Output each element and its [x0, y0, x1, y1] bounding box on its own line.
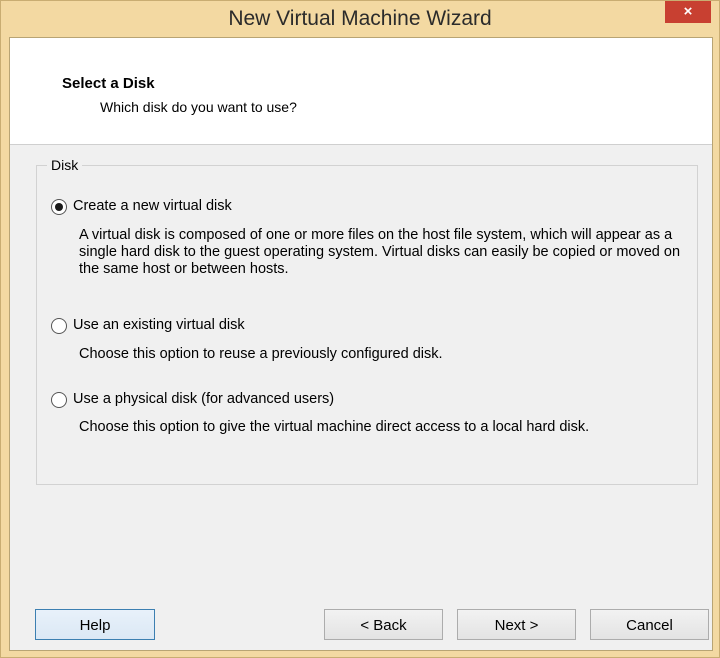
cancel-button[interactable]: Cancel — [590, 609, 709, 640]
option-physical-disk-description: Choose this option to give the virtual m… — [79, 419, 590, 435]
radio-physical-disk[interactable] — [51, 392, 67, 408]
option-existing-disk-description: Choose this option to reuse a previously… — [79, 346, 443, 362]
wizard-body: Select a Disk Which disk do you want to … — [9, 37, 713, 651]
window-title: New Virtual Machine Wizard — [228, 7, 492, 30]
option-physical-disk-label[interactable]: Use a physical disk (for advanced users) — [73, 391, 334, 407]
radio-create-new-disk[interactable] — [51, 199, 67, 215]
next-button[interactable]: Next > — [457, 609, 576, 640]
wizard-header: Select a Disk Which disk do you want to … — [10, 38, 712, 145]
title-bar[interactable]: New Virtual Machine Wizard × — [1, 1, 719, 37]
close-button[interactable]: × — [665, 1, 711, 23]
option-existing-disk-label[interactable]: Use an existing virtual disk — [73, 317, 245, 333]
page-subtitle: Which disk do you want to use? — [100, 99, 297, 115]
radio-existing-disk[interactable] — [51, 318, 67, 334]
disk-group-legend: Disk — [47, 157, 83, 173]
option-create-new-disk-label[interactable]: Create a new virtual disk — [73, 198, 232, 214]
disk-groupbox: Disk Create a new virtual disk A virtual… — [36, 157, 698, 485]
back-button[interactable]: < Back — [324, 609, 443, 640]
help-button[interactable]: Help — [35, 609, 155, 640]
option-create-new-disk-description: A virtual disk is composed of one or mor… — [79, 227, 681, 277]
close-icon: × — [683, 3, 693, 20]
page-title: Select a Disk — [62, 75, 155, 92]
wizard-window: New Virtual Machine Wizard × Select a Di… — [0, 0, 720, 658]
